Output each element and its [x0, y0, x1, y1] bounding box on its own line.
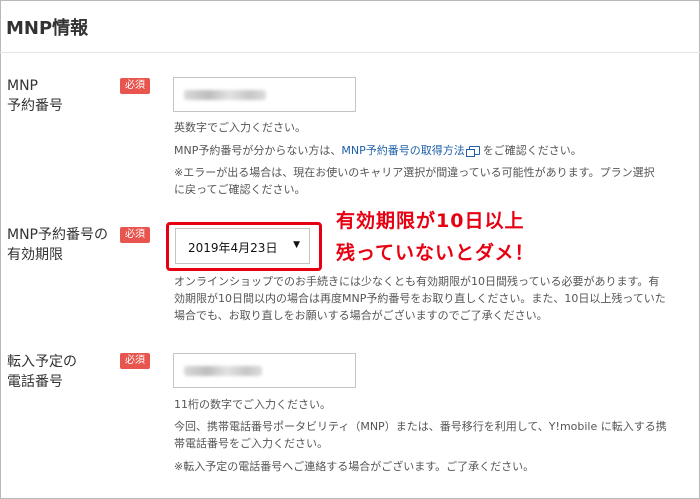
phone-label-line1: 転入予定の: [7, 354, 77, 370]
help2-prefix: MNP予約番号が分からない方は、: [174, 144, 342, 157]
blurred-value: [184, 366, 262, 376]
mnp-number-label-line1: MNP: [7, 78, 38, 94]
annotation-line2: 残っていないとダメ！: [336, 242, 535, 264]
expiry-help-line3: 場合でも、お取り直しをお願いする場合がございますのでご了承ください。: [174, 309, 548, 322]
annotation-line1: 有効期限が10日以上: [336, 210, 525, 232]
expiry-help: オンラインショップでのお手続きには少なくとも有効期限が10日間残っている必要があ…: [174, 273, 666, 324]
expiry-help-line2: 効期限が10日間以内の場合は再度MNP予約番号をお取り直しください。また、10日…: [174, 292, 666, 305]
phone-label: 転入予定の 電話番号: [7, 352, 77, 392]
expiry-label: MNP予約番号の 有効期限: [7, 225, 108, 265]
mnp-number-help2: MNP予約番号が分からない方は、MNP予約番号の取得方法 をご確認ください。: [174, 142, 582, 159]
mnp-number-help3: ※エラーが出る場合は、現在お使いのキャリア選択が間違っている可能性があります。プ…: [174, 164, 655, 198]
selected-date: 2019年4月23日: [188, 241, 278, 255]
phone-help3: ※転入予定の電話番号へご連絡する場合がございます。ご了承ください。: [174, 460, 535, 473]
required-badge: 必須: [120, 227, 150, 243]
external-window-icon[interactable]: [465, 146, 480, 157]
phone-help2-line1: 今回、携帯電話番号ポータビリティ（MNP）または、番号移行を利用して、Y!mob…: [174, 420, 667, 433]
mnp-number-input[interactable]: [173, 77, 356, 112]
required-badge: 必須: [120, 78, 150, 94]
phone-help1: 11桁の数字でご入力ください。: [174, 398, 331, 411]
expiry-label-line2: 有効期限: [7, 247, 63, 263]
mnp-number-label: MNP 予約番号: [7, 76, 63, 116]
section-title: MNP情報: [6, 18, 89, 39]
phone-number-input[interactable]: [173, 353, 356, 388]
title-divider: [0, 52, 700, 53]
help3-line2: に戻ってご確認ください。: [174, 183, 306, 196]
help3-line1: ※エラーが出る場合は、現在お使いのキャリア選択が間違っている可能性があります。プ…: [174, 166, 655, 179]
blurred-value: [184, 90, 266, 100]
phone-help2: 今回、携帯電話番号ポータビリティ（MNP）または、番号移行を利用して、Y!mob…: [174, 418, 667, 452]
phone-help2-line2: 帯電話番号をご入力ください。: [174, 437, 328, 450]
mnp-guide-link[interactable]: MNP予約番号の取得方法: [341, 144, 464, 157]
dropdown-arrow-icon: ▼: [293, 240, 300, 250]
mnp-number-label-line2: 予約番号: [7, 98, 63, 114]
mnp-number-help1: 英数字でご入力ください。: [174, 121, 306, 134]
expiry-help-line1: オンラインショップでのお手続きには少なくとも有効期限が10日間残っている必要があ…: [174, 275, 660, 288]
expiry-date-select[interactable]: 2019年4月23日 ▼: [175, 228, 310, 264]
help2-suffix: をご確認ください。: [482, 144, 582, 157]
phone-label-line2: 電話番号: [7, 374, 63, 390]
expiry-label-line1: MNP予約番号の: [7, 227, 108, 243]
required-badge: 必須: [120, 353, 150, 369]
